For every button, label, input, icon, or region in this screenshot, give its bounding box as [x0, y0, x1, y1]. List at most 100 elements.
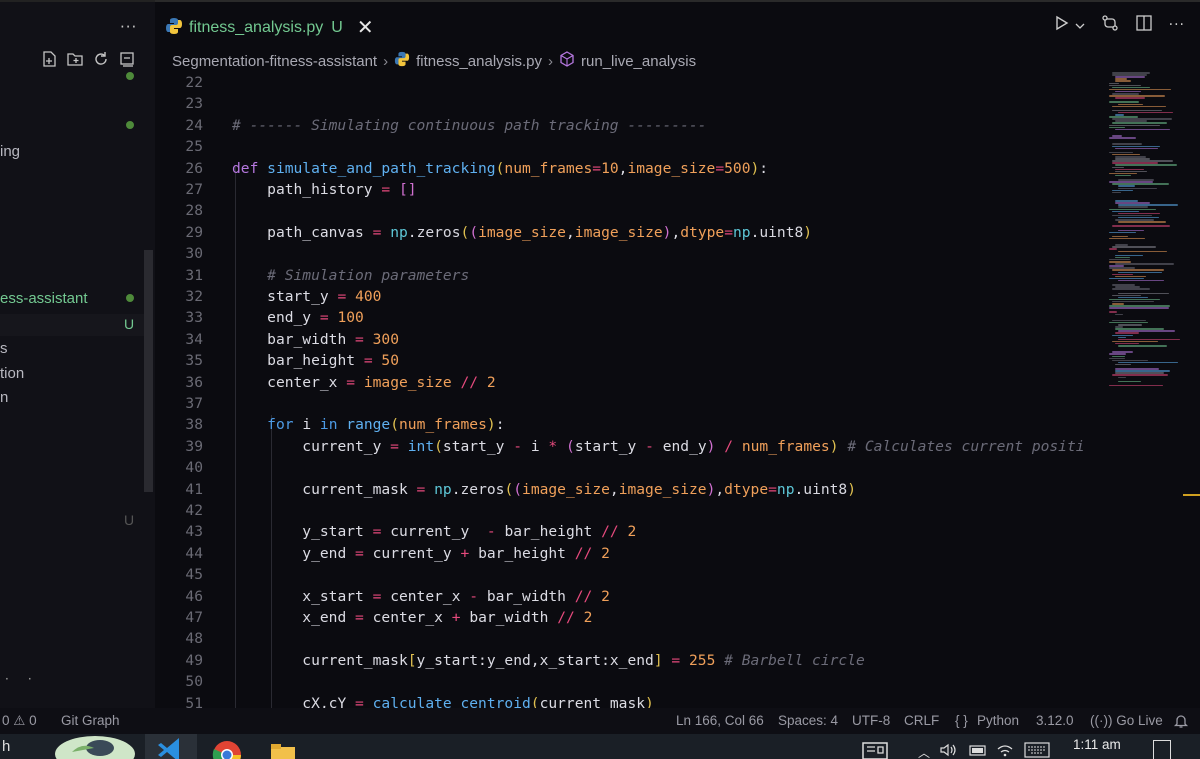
os-taskbar: h ︿ 1:11 am [0, 734, 1200, 759]
more-actions-icon[interactable]: ··· [1169, 17, 1185, 33]
compare-changes-icon[interactable] [1101, 14, 1119, 36]
explorer-item-project-folder[interactable]: ess-assistant [0, 290, 88, 307]
warning-count: 0 [29, 713, 37, 728]
taskbar-clock[interactable]: 1:11 am [1073, 737, 1121, 752]
new-folder-icon[interactable] [66, 50, 84, 68]
minimap-line [1109, 82, 1119, 84]
minimap-line [1118, 212, 1160, 215]
line-number: 42 [185, 502, 203, 519]
line-number: 50 [185, 673, 203, 691]
python-file-icon [165, 17, 183, 40]
notifications-bell-icon[interactable] [1173, 713, 1189, 732]
file-explorer-icon[interactable] [270, 744, 296, 759]
minimap-line [1112, 225, 1170, 227]
line-number: 34 [185, 330, 203, 348]
breadcrumb-chevron-icon: › [548, 52, 554, 70]
minimap-line [1118, 296, 1148, 299]
search-text[interactable]: h [2, 738, 10, 755]
breadcrumb-file[interactable]: fitness_analysis.py [416, 53, 542, 70]
minimap-line [1109, 84, 1141, 87]
minimap-line [1118, 185, 1135, 187]
line-number: 39 [185, 437, 203, 455]
minimap-line [1118, 279, 1164, 282]
line-number: 46 [185, 587, 203, 605]
encoding[interactable]: UTF-8 [852, 713, 890, 728]
refresh-icon[interactable] [92, 50, 110, 68]
sidebar-more-icon[interactable]: ··· [120, 18, 137, 36]
minimap-line [1112, 145, 1160, 147]
minimap-line [1112, 288, 1150, 290]
explorer-sidebar: ··· ing ess-assistant U s tion n U · · [0, 0, 155, 708]
line-number: 24 [185, 116, 203, 134]
explorer-item[interactable]: ing [0, 143, 20, 160]
minimap[interactable] [1105, 72, 1200, 392]
minimap-line [1109, 126, 1125, 129]
run-dropdown-chevron-icon[interactable] [1075, 16, 1085, 35]
minimap-line [1118, 187, 1157, 189]
minimap-line [1115, 332, 1139, 334]
minimap-line [1112, 143, 1142, 145]
collapse-all-icon[interactable] [118, 50, 136, 68]
explorer-item[interactable]: s [0, 340, 8, 357]
minimap-line [1112, 294, 1141, 297]
minimap-line [1112, 334, 1133, 336]
vscode-taskbar-button[interactable] [145, 734, 197, 759]
line-number: 26 [185, 159, 203, 177]
run-icon[interactable] [1053, 14, 1071, 36]
explorer-item[interactable]: n [0, 389, 8, 406]
go-live-button[interactable]: ((·)) Go Live [1090, 713, 1163, 728]
new-file-icon[interactable] [40, 50, 58, 68]
minimap-line [1112, 355, 1125, 357]
line-number: 51 [185, 694, 203, 708]
line-number: 48 [185, 630, 203, 648]
tab-fitness-analysis[interactable]: fitness_analysis.py U ✕ [165, 10, 374, 46]
tab-close-icon[interactable]: ✕ [357, 18, 374, 38]
python-version[interactable]: 3.12.0 [1036, 713, 1074, 728]
code-editor[interactable]: 22 23 # ------ Simulating continuous pat… [155, 72, 1200, 708]
minimap-line [1112, 359, 1148, 362]
minimap-line [1112, 122, 1167, 124]
tray-chevron-up-icon[interactable]: ︿ [918, 744, 930, 759]
minimap-line [1115, 147, 1158, 150]
line-number: 36 [185, 373, 203, 391]
news-icon[interactable] [862, 742, 888, 759]
minimap-line [1118, 229, 1144, 231]
minimap-scroll-marker [1183, 494, 1200, 496]
widget-image[interactable] [52, 734, 138, 759]
minimap-line [1112, 191, 1121, 194]
split-editor-icon[interactable] [1135, 14, 1153, 36]
warning-icon: ⚠ [13, 713, 26, 728]
minimap-line [1112, 166, 1124, 168]
symbol-function-icon [559, 51, 575, 71]
minimap-line [1118, 221, 1166, 223]
keyboard-icon[interactable] [1024, 742, 1050, 759]
git-graph-button[interactable]: Git Graph [61, 713, 120, 728]
sidebar-scrollbar[interactable] [144, 250, 153, 492]
editor-tab-bar: fitness_analysis.py U ✕ ··· [155, 0, 1200, 46]
minimap-line [1109, 208, 1156, 210]
line-number: 28 [185, 202, 203, 220]
line-number: 22 [185, 74, 203, 91]
problems-indicator[interactable]: 0 ⚠ 0 [2, 713, 37, 729]
wifi-icon[interactable] [996, 743, 1014, 759]
minimap-line [1112, 269, 1164, 271]
minimap-line [1118, 271, 1162, 273]
battery-icon[interactable] [968, 743, 988, 759]
line-number: 30 [185, 245, 203, 263]
minimap-line [1118, 380, 1141, 383]
git-status-dot [126, 294, 134, 302]
minimap-line [1115, 363, 1131, 366]
end-of-line[interactable]: CRLF [904, 713, 939, 728]
language-mode[interactable]: Python [977, 713, 1019, 728]
minimap-line [1112, 86, 1150, 89]
volume-icon[interactable] [940, 743, 958, 759]
notification-center-icon[interactable] [1153, 740, 1171, 759]
editor-actions: ··· [1053, 14, 1185, 36]
indentation[interactable]: Spaces: 4 [778, 713, 838, 728]
breadcrumb-folder[interactable]: Segmentation-fitness-assistant [172, 53, 377, 70]
breadcrumb-symbol[interactable]: run_live_analysis [581, 53, 696, 70]
cursor-position[interactable]: Ln 166, Col 66 [676, 713, 764, 728]
minimap-line [1118, 345, 1167, 347]
chrome-icon[interactable] [212, 740, 242, 759]
explorer-item[interactable]: tion [0, 365, 24, 382]
